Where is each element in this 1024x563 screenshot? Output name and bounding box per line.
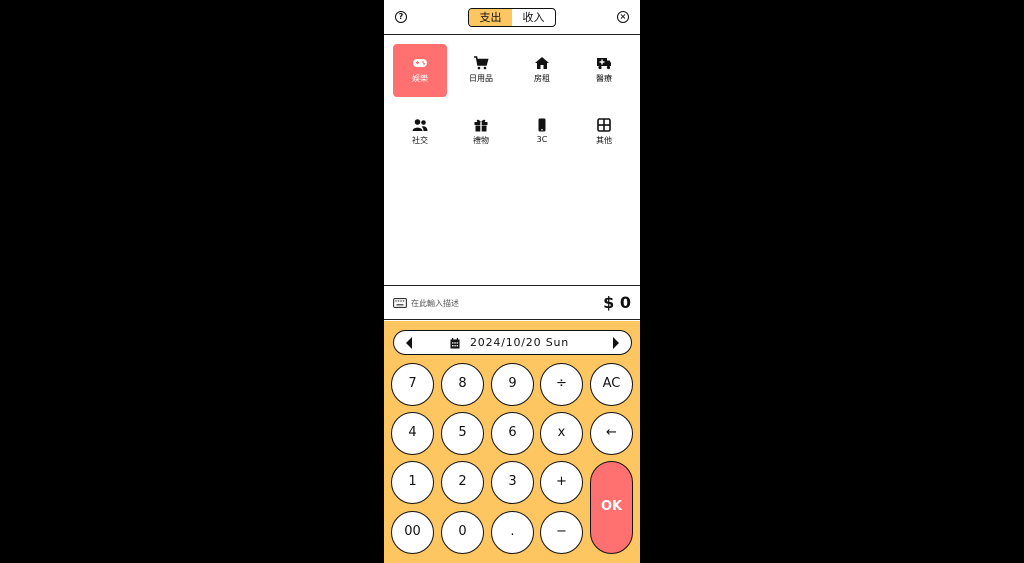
tab-expense[interactable]: 支出 [469, 9, 512, 26]
key-divide[interactable]: ÷ [540, 363, 583, 406]
key-backspace[interactable]: ← [590, 412, 633, 455]
grid-icon [597, 118, 611, 132]
key-multiply[interactable]: x [540, 412, 583, 455]
category-label: 3C [536, 135, 548, 144]
close-icon[interactable]: × [617, 11, 629, 23]
key-00[interactable]: 00 [391, 511, 434, 554]
key-3[interactable]: 3 [491, 461, 534, 504]
key-9[interactable]: 9 [491, 363, 534, 406]
ok-button[interactable]: OK [590, 461, 633, 554]
key-7[interactable]: 7 [391, 363, 434, 406]
category-label: 房租 [534, 74, 550, 83]
category-3c[interactable]: 3C [515, 106, 569, 159]
category-rent[interactable]: 房租 [515, 44, 569, 97]
users-icon [412, 119, 428, 131]
header: ? 支出 收入 × [384, 0, 640, 35]
key-0[interactable]: 0 [441, 511, 484, 554]
gamepad-icon [413, 59, 427, 67]
ambulance-icon [597, 58, 611, 70]
date-text[interactable]: 2024/10/20 Sun [470, 336, 569, 349]
category-label: 禮物 [473, 136, 489, 145]
tab-income[interactable]: 收入 [512, 9, 555, 26]
type-toggle: 支出 收入 [468, 8, 556, 27]
key-4[interactable]: 4 [391, 412, 434, 455]
cart-icon [474, 56, 489, 70]
key-5[interactable]: 5 [441, 412, 484, 455]
key-minus[interactable]: − [540, 511, 583, 554]
keypad-area: 2024/10/20 Sun 7 8 9 ÷ AC 4 5 6 x ← 1 2 3 +00 0. − OK [384, 321, 640, 563]
gift-icon [474, 119, 488, 132]
phone-icon [538, 118, 546, 132]
key-2[interactable]: 2 [441, 461, 484, 504]
category-label: 娛樂 [412, 74, 428, 83]
key-ac[interactable]: AC [590, 363, 633, 406]
category-label: 日用品 [469, 74, 493, 83]
amount-display: $ 0 [603, 293, 631, 312]
description-input[interactable] [411, 296, 561, 310]
key-1[interactable]: 1 [391, 461, 434, 504]
category-label: 醫療 [596, 74, 612, 83]
date-selector: 2024/10/20 Sun [393, 330, 632, 355]
category-medical[interactable]: 醫療 [577, 44, 631, 97]
prev-day-icon[interactable] [406, 337, 412, 349]
help-icon[interactable]: ? [395, 11, 407, 23]
calendar-icon [450, 338, 460, 349]
home-icon [535, 57, 549, 69]
category-label: 社交 [412, 136, 428, 145]
key-dot[interactable]: . [491, 511, 534, 554]
category-daily-goods[interactable]: 日用品 [454, 44, 508, 97]
keyboard-icon [393, 298, 407, 308]
key-6[interactable]: 6 [491, 412, 534, 455]
category-entertainment[interactable]: 娛樂 [393, 44, 447, 97]
key-plus[interactable]: + [540, 461, 583, 504]
category-other[interactable]: 其他 [577, 106, 631, 159]
category-label: 其他 [596, 136, 612, 145]
next-day-icon[interactable] [613, 337, 619, 349]
category-social[interactable]: 社交 [393, 106, 447, 159]
description-row: $ 0 [384, 285, 640, 320]
key-8[interactable]: 8 [441, 363, 484, 406]
category-gift[interactable]: 禮物 [454, 106, 508, 159]
app-window: ? 支出 收入 × 娛樂 日用品 房租 醫療 社交 禮物 3C 其他 在此輸入描… [384, 0, 640, 563]
